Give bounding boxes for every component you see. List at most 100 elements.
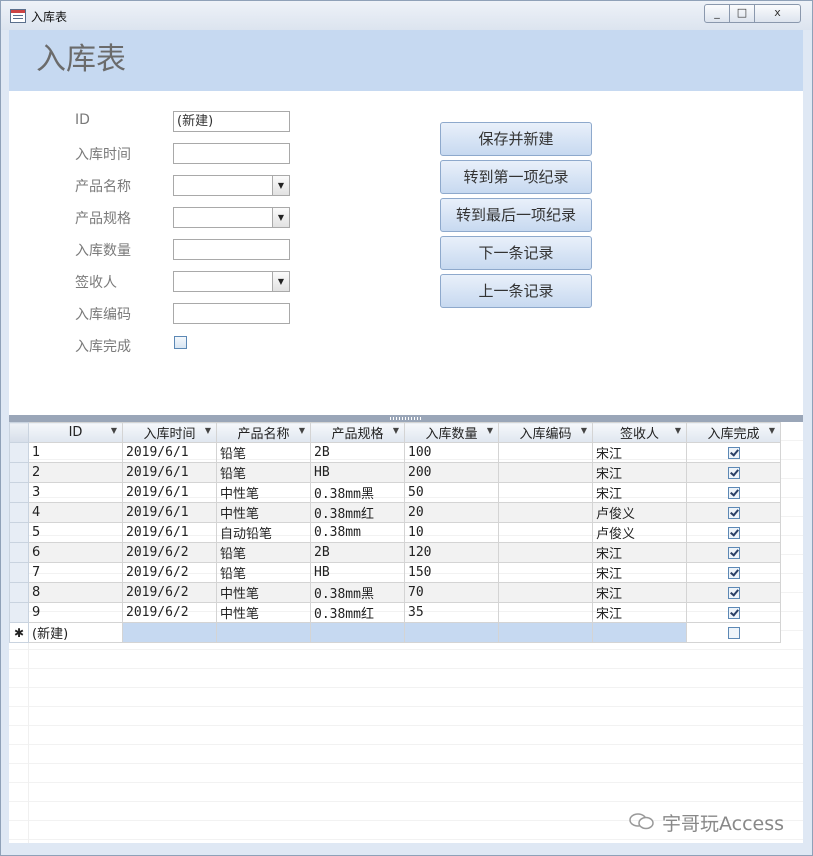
column-header[interactable]: ID ▼ [28,422,123,443]
sort-dropdown-icon[interactable]: ▼ [205,426,211,435]
column-header[interactable]: 产品名称 ▼ [216,422,311,443]
cell-done[interactable] [686,542,781,563]
done-checkbox[interactable] [727,486,740,499]
cell-time[interactable]: 2019/6/2 [122,562,217,583]
cell-done[interactable] [686,622,781,643]
code-field[interactable] [173,303,290,324]
sort-dropdown-icon[interactable]: ▼ [675,426,681,435]
prev-record-button[interactable]: 上一条记录 [440,274,592,308]
cell-spec[interactable]: HB [310,462,405,483]
cell-product[interactable]: 中性笔 [216,502,311,523]
row-selector[interactable] [9,502,29,523]
dropdown-arrow-icon[interactable]: ▼ [272,272,289,291]
done-checkbox[interactable] [174,336,187,349]
sort-dropdown-icon[interactable]: ▼ [487,426,493,435]
done-checkbox[interactable] [727,466,740,479]
column-header[interactable]: 入库编码 ▼ [498,422,593,443]
done-checkbox[interactable] [727,566,740,579]
dropdown-arrow-icon[interactable]: ▼ [272,176,289,195]
done-checkbox[interactable] [727,586,740,599]
cell-signer[interactable]: 宋江 [592,462,687,483]
cell-id[interactable]: (新建) [28,622,123,643]
done-checkbox[interactable] [727,446,740,459]
cell-done[interactable] [686,522,781,543]
table-row[interactable]: 7 2019/6/2 铅笔 HB 150 宋江 [9,562,781,583]
cell-id[interactable]: 9 [28,602,123,623]
cell-id[interactable]: 3 [28,482,123,503]
cell-done[interactable] [686,582,781,603]
split-bar[interactable] [9,415,803,422]
cell-spec[interactable]: 0.38mm黑 [310,582,405,603]
table-row[interactable]: 1 2019/6/1 铅笔 2B 100 宋江 [9,442,781,463]
cell-spec[interactable]: 0.38mm红 [310,502,405,523]
qty-field[interactable] [173,239,290,260]
sort-dropdown-icon[interactable]: ▼ [393,426,399,435]
cell-qty[interactable]: 50 [404,482,499,503]
splitter-grip-icon[interactable] [390,417,422,420]
cell-product[interactable]: 铅笔 [216,442,311,463]
done-checkbox[interactable] [727,526,740,539]
cell-signer[interactable]: 宋江 [592,542,687,563]
done-checkbox[interactable] [727,546,740,559]
maximize-button[interactable]: □ [729,4,755,23]
cell-code[interactable] [498,582,593,603]
cell-time[interactable]: 2019/6/1 [122,482,217,503]
new-record-cell[interactable] [122,622,217,643]
cell-time[interactable]: 2019/6/1 [122,442,217,463]
cell-code[interactable] [498,562,593,583]
new-record-cell[interactable] [592,622,687,643]
cell-product[interactable]: 中性笔 [216,602,311,623]
cell-time[interactable]: 2019/6/1 [122,502,217,523]
cell-spec[interactable]: HB [310,562,405,583]
new-record-cell[interactable] [216,622,311,643]
row-selector[interactable] [9,442,29,463]
id-field[interactable]: (新建) [173,111,290,132]
table-row[interactable]: 3 2019/6/1 中性笔 0.38mm黑 50 宋江 [9,482,781,503]
new-record-marker[interactable]: ✱ [9,622,29,643]
cell-qty[interactable]: 35 [404,602,499,623]
cell-code[interactable] [498,442,593,463]
row-selector[interactable] [9,522,29,543]
table-row[interactable]: 2 2019/6/1 铅笔 HB 200 宋江 [9,462,781,483]
cell-qty[interactable]: 20 [404,502,499,523]
save-new-button[interactable]: 保存并新建 [440,122,592,156]
cell-signer[interactable]: 卢俊义 [592,502,687,523]
column-header[interactable]: 签收人 ▼ [592,422,687,443]
cell-id[interactable]: 2 [28,462,123,483]
cell-done[interactable] [686,602,781,623]
row-selector[interactable] [9,602,29,623]
new-record-cell[interactable] [498,622,593,643]
cell-code[interactable] [498,542,593,563]
cell-id[interactable]: 8 [28,582,123,603]
done-checkbox[interactable] [727,506,740,519]
cell-id[interactable]: 6 [28,542,123,563]
cell-done[interactable] [686,442,781,463]
time-field[interactable] [173,143,290,164]
cell-signer[interactable]: 宋江 [592,442,687,463]
cell-spec[interactable]: 2B [310,542,405,563]
cell-signer[interactable]: 宋江 [592,562,687,583]
next-record-button[interactable]: 下一条记录 [440,236,592,270]
new-record-row[interactable]: ✱ (新建) [9,622,781,643]
cell-code[interactable] [498,522,593,543]
cell-product[interactable]: 铅笔 [216,462,311,483]
row-selector[interactable] [9,542,29,563]
cell-time[interactable]: 2019/6/1 [122,522,217,543]
done-checkbox[interactable] [727,626,740,639]
cell-code[interactable] [498,502,593,523]
cell-qty[interactable]: 100 [404,442,499,463]
row-selector[interactable] [9,582,29,603]
table-row[interactable]: 8 2019/6/2 中性笔 0.38mm黑 70 宋江 [9,582,781,603]
first-record-button[interactable]: 转到第一项纪录 [440,160,592,194]
row-selector[interactable] [9,562,29,583]
cell-spec[interactable]: 0.38mm黑 [310,482,405,503]
product-combobox[interactable]: ▼ [173,175,290,196]
table-row[interactable]: 5 2019/6/1 自动铅笔 0.38mm 10 卢俊义 [9,522,781,543]
cell-qty[interactable]: 200 [404,462,499,483]
new-record-cell[interactable] [310,622,405,643]
cell-id[interactable]: 4 [28,502,123,523]
cell-time[interactable]: 2019/6/2 [122,602,217,623]
cell-spec[interactable]: 2B [310,442,405,463]
cell-qty[interactable]: 10 [404,522,499,543]
cell-spec[interactable]: 0.38mm红 [310,602,405,623]
